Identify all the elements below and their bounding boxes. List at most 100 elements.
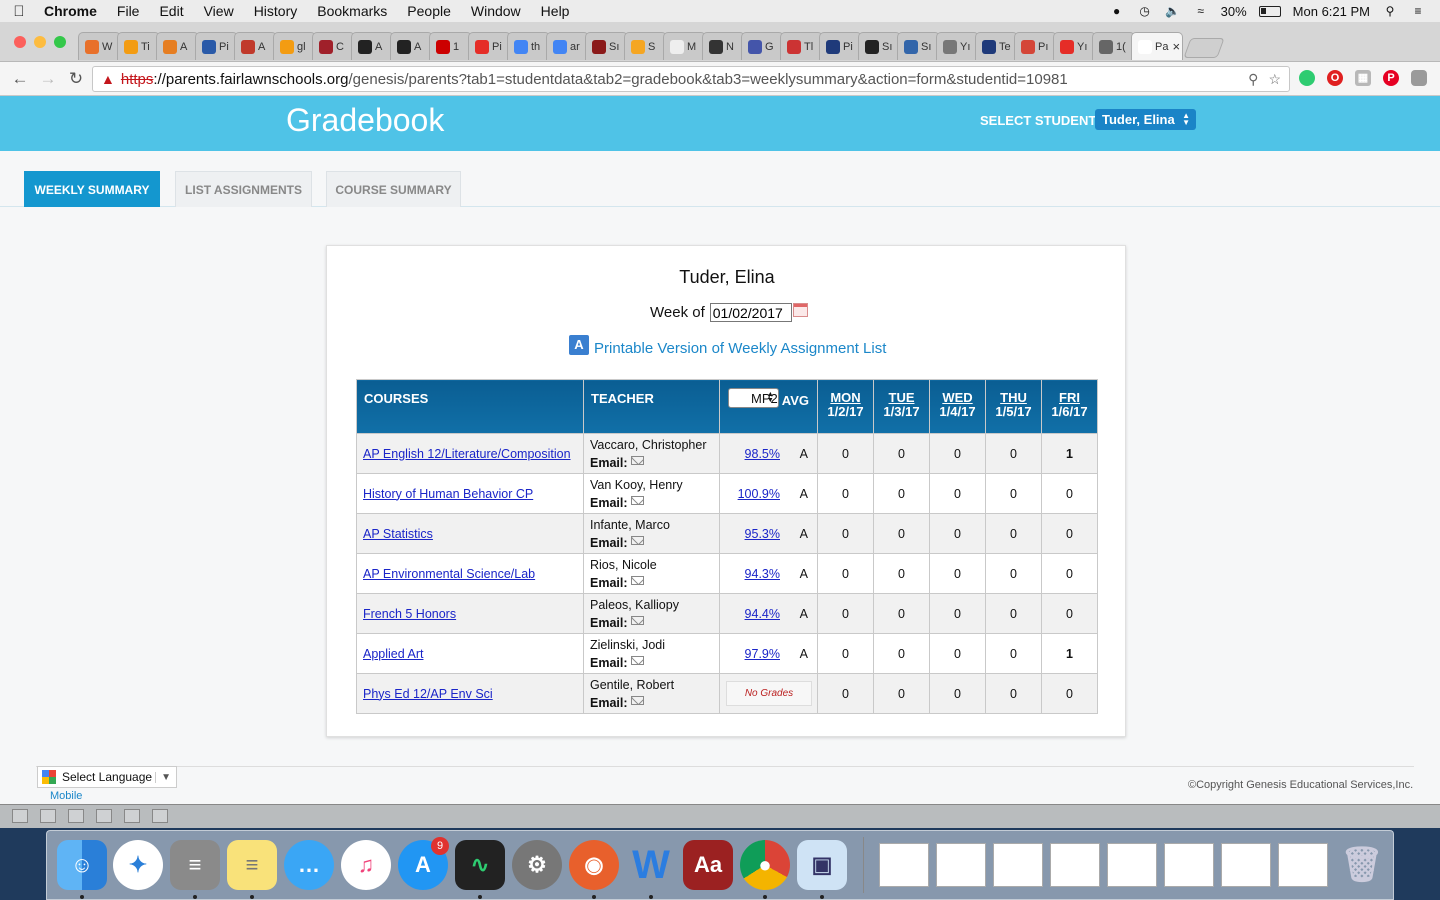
grid-icon[interactable] <box>152 809 168 823</box>
minimized-window-thumbnail[interactable] <box>1278 843 1328 887</box>
address-bar[interactable]: ▲ https://parents.fairlawnschools.org/ge… <box>92 66 1290 92</box>
preview-icon[interactable]: ▣ <box>797 840 847 890</box>
average-link[interactable]: 94.3% <box>720 567 780 581</box>
menu-window[interactable]: Window <box>461 3 531 19</box>
marking-period-select[interactable]: MP2 ▲ ▼ <box>727 388 779 408</box>
dictionary-icon[interactable]: Aa <box>683 840 733 890</box>
pinterest-extension-icon[interactable]: P <box>1383 70 1399 86</box>
browser-tab[interactable]: Sı <box>585 32 628 60</box>
browser-tab[interactable]: Pi <box>468 32 511 60</box>
select-language-widget[interactable]: Select Language ▼ <box>37 766 177 788</box>
browser-tab[interactable]: Te <box>975 32 1018 60</box>
course-link[interactable]: AP Environmental Science/Lab <box>357 567 535 581</box>
minimized-window-thumbnail[interactable] <box>1221 843 1271 887</box>
finder-icon[interactable]: ☺ <box>57 840 107 890</box>
tab-list-assignments[interactable]: LIST ASSIGNMENTS <box>175 171 312 207</box>
minimized-window-thumbnail[interactable] <box>1164 843 1214 887</box>
safari-icon[interactable]: ✦ <box>113 840 163 890</box>
mobile-link[interactable]: Mobile <box>50 790 82 802</box>
list-icon[interactable] <box>12 809 28 823</box>
browser-tab[interactable]: Pı <box>1014 32 1057 60</box>
minimized-window-thumbnail[interactable] <box>1107 843 1157 887</box>
list-icon[interactable] <box>96 809 112 823</box>
wifi-icon[interactable]: ≈ <box>1193 4 1209 18</box>
bookmark-star-icon[interactable]: ☆ <box>1268 71 1281 88</box>
average-link[interactable]: 97.9% <box>720 647 780 661</box>
browser-tab[interactable]: Ti <box>117 32 160 60</box>
browser-tab[interactable]: Yı <box>1053 32 1096 60</box>
firefox-icon[interactable]: ◉ <box>569 840 619 890</box>
printable-version-link[interactable]: A Printable Version of Weekly Assignment… <box>569 335 886 358</box>
minimized-window-thumbnail[interactable] <box>1050 843 1100 887</box>
mail-icon[interactable] <box>630 576 644 585</box>
notification-icon[interactable]: ● <box>1109 4 1125 18</box>
browser-tab-active[interactable]: Pa × <box>1131 32 1183 60</box>
average-link[interactable]: 98.5% <box>720 447 780 461</box>
browser-tab[interactable]: Pi <box>819 32 862 60</box>
battery-icon[interactable] <box>1258 5 1281 17</box>
course-link[interactable]: AP English 12/Literature/Composition <box>357 447 571 461</box>
messages-icon[interactable]: … <box>284 840 334 890</box>
notes-icon[interactable]: ≡ <box>227 840 277 890</box>
browser-tab[interactable]: G <box>741 32 784 60</box>
mail-icon[interactable] <box>630 696 644 705</box>
forward-button[interactable]: → <box>34 69 62 89</box>
calendar-icon[interactable] <box>792 302 808 317</box>
browser-tab[interactable]: S <box>624 32 667 60</box>
minimize-window-button[interactable] <box>34 36 46 48</box>
browser-tab[interactable]: Sı <box>858 32 901 60</box>
browser-tab[interactable]: Yı <box>936 32 979 60</box>
browser-tab[interactable]: C <box>312 32 355 60</box>
mail-icon[interactable] <box>630 656 644 665</box>
minimized-window-thumbnail[interactable] <box>936 843 986 887</box>
app-menu-chrome[interactable]: Chrome <box>38 3 107 19</box>
close-tab-icon[interactable]: × <box>1172 39 1180 54</box>
mail-icon[interactable] <box>630 496 644 505</box>
browser-tab[interactable]: 1 <box>429 32 472 60</box>
day-name-link[interactable]: WED <box>942 390 972 405</box>
menu-history[interactable]: History <box>244 3 308 19</box>
browser-tab[interactable]: A <box>156 32 199 60</box>
itunes-icon[interactable]: ♫ <box>341 840 391 890</box>
minimized-window-thumbnail[interactable] <box>993 843 1043 887</box>
browser-tab[interactable]: N <box>702 32 745 60</box>
menu-edit[interactable]: Edit <box>149 3 193 19</box>
browser-tab[interactable]: Pi <box>195 32 238 60</box>
list-icon[interactable] <box>124 809 140 823</box>
chrome-icon[interactable]: ● <box>740 840 790 890</box>
course-link[interactable]: Phys Ed 12/AP Env Sci <box>357 687 493 701</box>
day-name-link[interactable]: THU <box>1000 390 1027 405</box>
activity-monitor-icon[interactable]: ∿ <box>455 840 505 890</box>
average-link[interactable]: 95.3% <box>720 527 780 541</box>
trash-icon[interactable]: 🗑 <box>1337 840 1387 890</box>
word-icon[interactable]: W <box>626 840 676 890</box>
browser-tab[interactable]: Tl <box>780 32 823 60</box>
browser-tab[interactable]: th <box>507 32 550 60</box>
grid-icon[interactable] <box>68 809 84 823</box>
browser-tab[interactable]: A <box>390 32 433 60</box>
close-window-button[interactable] <box>14 36 26 48</box>
minimized-window-thumbnail[interactable] <box>879 843 929 887</box>
browser-tab[interactable]: ar <box>546 32 589 60</box>
zoom-window-button[interactable] <box>54 36 66 48</box>
reload-button[interactable]: ↻ <box>62 69 90 89</box>
day-name-link[interactable]: MON <box>830 390 860 405</box>
student-select[interactable]: Tuder, Elina ▲ ▼ <box>1095 109 1196 130</box>
spotlight-icon[interactable]: ⚲ <box>1382 4 1398 18</box>
insecure-warning-icon[interactable]: ▲ <box>101 71 115 87</box>
browser-tab[interactable]: A <box>351 32 394 60</box>
browser-tab[interactable]: gl <box>273 32 316 60</box>
browser-tab[interactable]: W <box>78 32 121 60</box>
course-link[interactable]: French 5 Honors <box>357 607 456 621</box>
browser-tab[interactable]: Sı <box>897 32 940 60</box>
menu-clock[interactable]: Mon 6:21 PM <box>1293 4 1370 19</box>
menu-view[interactable]: View <box>194 3 244 19</box>
back-button[interactable]: ← <box>6 69 34 89</box>
new-tab-button[interactable] <box>1183 38 1225 58</box>
browser-tab[interactable]: M <box>663 32 706 60</box>
grammarly-extension-icon[interactable] <box>1299 70 1315 86</box>
extension-icon[interactable]: ▦ <box>1355 70 1371 86</box>
apple-menu-icon[interactable]:  <box>0 3 38 20</box>
browser-tab[interactable]: 1( <box>1092 32 1135 60</box>
volume-icon[interactable]: 🔈 <box>1165 4 1181 18</box>
